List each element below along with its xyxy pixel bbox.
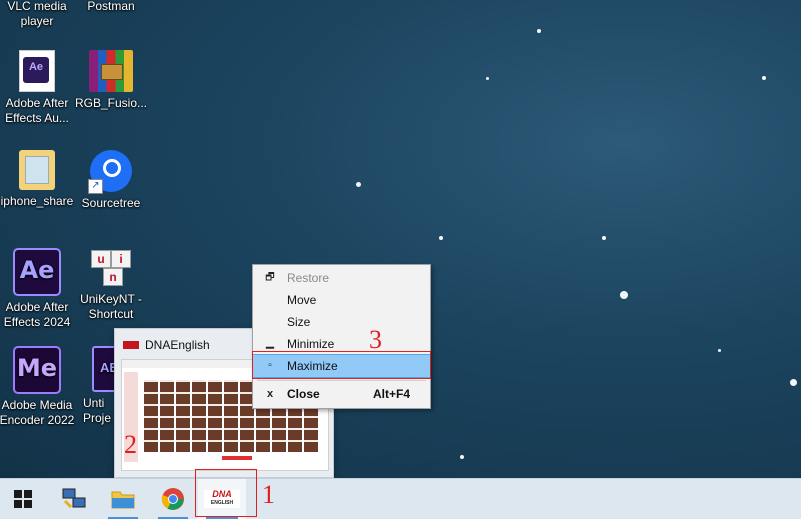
media-encoder-icon: Me <box>13 346 61 394</box>
thumbnail-title: DNAEnglish <box>145 338 210 352</box>
menu-item-close[interactable]: x Close Alt+F4 <box>253 383 430 405</box>
unikey-key: n <box>103 268 123 286</box>
sourcetree-ring <box>103 159 121 177</box>
ae-badge: Ae <box>23 57 49 83</box>
highlight-box-maximize <box>252 351 431 379</box>
desktop-icon-after-effects-auto[interactable]: Ae Adobe After Effects Au... <box>0 50 76 126</box>
desktop-icon-label: Postman <box>87 0 135 13</box>
desktop-icon-media-encoder[interactable]: Me Adobe Media Encoder 2022 <box>0 346 76 428</box>
snow-dot <box>620 291 628 299</box>
desktop-icon-label: RGB_Fusio... <box>74 96 148 110</box>
ae-file-icon: Ae <box>19 50 55 92</box>
sourcetree-icon: ↗ <box>88 150 132 194</box>
desktop-icon-after-effects-2024[interactable]: Ae Adobe After Effects 2024 <box>0 248 76 330</box>
snow-dot <box>602 236 606 240</box>
snow-dot <box>790 379 797 386</box>
menu-separator <box>257 380 426 381</box>
snow-dot <box>718 349 721 352</box>
menu-item-accelerator: Alt+F4 <box>372 387 410 401</box>
menu-item-label: Restore <box>287 271 330 285</box>
snow-dot <box>356 182 361 187</box>
desktop-icon-label: Adobe After Effects 2024 <box>3 300 71 329</box>
taskbar-file-explorer[interactable] <box>100 479 146 519</box>
taskbar: DNA ENGLISH <box>0 478 801 519</box>
preview-pager <box>222 456 252 460</box>
folder-icon <box>19 150 55 190</box>
desktop-icon-sourcetree[interactable]: ↗ Sourcetree <box>72 150 150 211</box>
close-icon: x <box>266 388 274 400</box>
unikey-key: u <box>91 250 111 268</box>
dna-english-logo-icon <box>123 341 139 349</box>
desktop-icon-label: UniKeyNT - Shortcut <box>80 292 142 321</box>
desktop: VLC media player Postman Ae Adobe After … <box>0 0 801 478</box>
menu-item-size[interactable]: Size <box>253 311 430 333</box>
desktop-icon-iphone-share[interactable]: iphone_share <box>0 150 76 209</box>
folder-preview <box>25 156 49 184</box>
menu-item-restore[interactable]: 🗗 Restore <box>253 267 430 289</box>
archive-clasp <box>101 64 123 80</box>
menu-item-label: Move <box>287 293 317 307</box>
desktop-icon-postman[interactable]: Postman <box>72 0 150 14</box>
window-context-menu: 🗗 Restore Move Size ▁ Minimize ▫ Maximiz… <box>252 264 431 409</box>
menu-item-label: Close <box>287 387 320 401</box>
annotation-number-3: 3 <box>369 325 382 354</box>
snow-dot <box>439 236 443 240</box>
menu-item-move[interactable]: Move <box>253 289 430 311</box>
desktop-icon-rgb-fusion[interactable]: RGB_Fusio... <box>72 50 150 111</box>
restore-icon: 🗗 <box>265 272 275 283</box>
network-computers-icon <box>62 488 86 509</box>
desktop-icon-label: Adobe Media Encoder 2022 <box>0 398 75 427</box>
desktop-icon-label: Adobe After Effects Au... <box>5 96 69 125</box>
highlight-box-taskbar-app <box>195 469 257 517</box>
menu-item-label: Size <box>287 315 311 329</box>
winrar-archive-icon <box>89 50 133 92</box>
shortcut-arrow-icon: ↗ <box>88 179 103 194</box>
after-effects-icon: Ae <box>13 248 61 296</box>
desktop-icon-label: VLC media player <box>7 0 67 28</box>
windows-logo-icon <box>14 490 32 508</box>
folder-icon <box>111 491 135 509</box>
snow-dot <box>460 455 464 459</box>
unikey-icon: u i n <box>89 248 133 288</box>
annotation-number-2: 2 <box>124 430 137 459</box>
desktop-icon-label: Sourcetree <box>81 196 141 210</box>
unikey-key: i <box>111 250 131 268</box>
snow-dot <box>762 76 766 80</box>
annotation-number-1: 1 <box>262 480 275 509</box>
snow-dot <box>486 77 489 80</box>
start-button[interactable] <box>0 479 46 519</box>
taskbar-chrome[interactable] <box>150 479 196 519</box>
chrome-icon <box>161 488 184 510</box>
desktop-icon-label: iphone_share <box>0 194 74 208</box>
desktop-icon-unikey[interactable]: u i n UniKeyNT - Shortcut <box>72 248 150 322</box>
taskbar-network-app[interactable] <box>51 479 97 519</box>
snow-dot <box>537 29 541 33</box>
desktop-icon-vlc[interactable]: VLC media player <box>0 0 76 29</box>
